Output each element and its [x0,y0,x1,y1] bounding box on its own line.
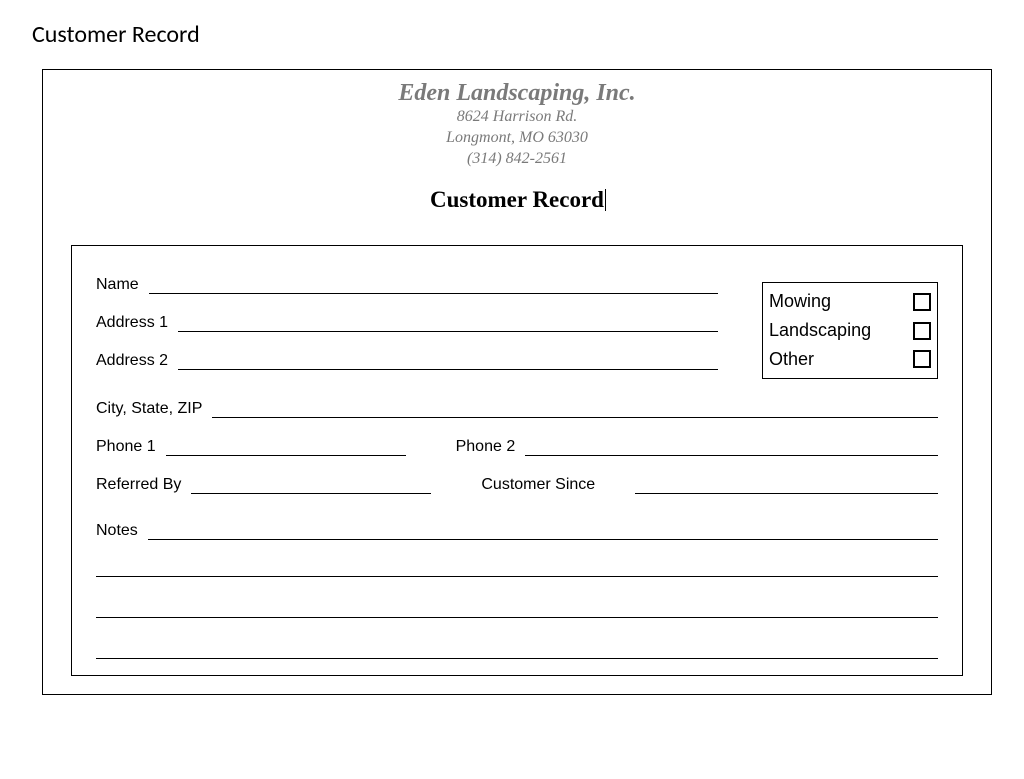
form-title-text: Customer Record [430,187,604,212]
notes-label: Notes [96,522,148,540]
address1-label: Address 1 [96,314,178,332]
form-body: Mowing Landscaping Other Name Address 1 [71,245,963,676]
service-option-landscaping-label: Landscaping [769,316,871,345]
service-option-mowing-label: Mowing [769,287,831,316]
address2-input-line[interactable] [178,353,718,370]
letterhead: Eden Landscaping, Inc. 8624 Harrison Rd.… [71,80,963,213]
address2-label: Address 2 [96,352,178,370]
checkbox-mowing[interactable] [913,293,931,311]
row-referred-since: Referred By Customer Since [96,476,938,494]
phone1-label: Phone 1 [96,438,166,456]
text-cursor [605,189,606,211]
service-option-other-label: Other [769,345,814,374]
service-options-box: Mowing Landscaping Other [762,282,938,378]
customer-record-card: Eden Landscaping, Inc. 8624 Harrison Rd.… [42,69,992,695]
notes-line-1[interactable] [148,523,938,540]
name-input-line[interactable] [149,277,718,294]
row-city-state-zip: City, State, ZIP [96,400,938,418]
referred-by-label: Referred By [96,476,191,494]
company-city-state-zip: Longmont, MO 63030 [71,128,963,149]
company-name: Eden Landscaping, Inc. [71,80,963,107]
notes-line-2[interactable] [96,560,938,577]
service-option-landscaping: Landscaping [769,316,931,345]
row-phones: Phone 1 Phone 2 [96,438,938,456]
checkbox-other[interactable] [913,350,931,368]
page-heading: Customer Record [32,20,1024,49]
form-title: Customer Record [430,187,604,213]
phone2-label: Phone 2 [426,438,526,456]
notes-extra-lines [96,560,938,659]
phone1-input-line[interactable] [166,439,406,456]
customer-since-label: Customer Since [451,476,605,494]
row-notes: Notes [96,522,938,540]
address1-input-line[interactable] [178,315,718,332]
notes-line-3[interactable] [96,601,938,618]
phone2-input-line[interactable] [525,439,938,456]
company-phone: (314) 842-2561 [71,149,963,170]
city-state-zip-label: City, State, ZIP [96,400,212,418]
city-state-zip-input-line[interactable] [212,401,938,418]
service-option-other: Other [769,345,931,374]
service-option-mowing: Mowing [769,287,931,316]
checkbox-landscaping[interactable] [913,322,931,340]
company-street: 8624 Harrison Rd. [71,107,963,128]
name-label: Name [96,276,149,294]
referred-by-input-line[interactable] [191,477,431,494]
customer-since-input-line[interactable] [635,477,938,494]
notes-line-4[interactable] [96,642,938,659]
